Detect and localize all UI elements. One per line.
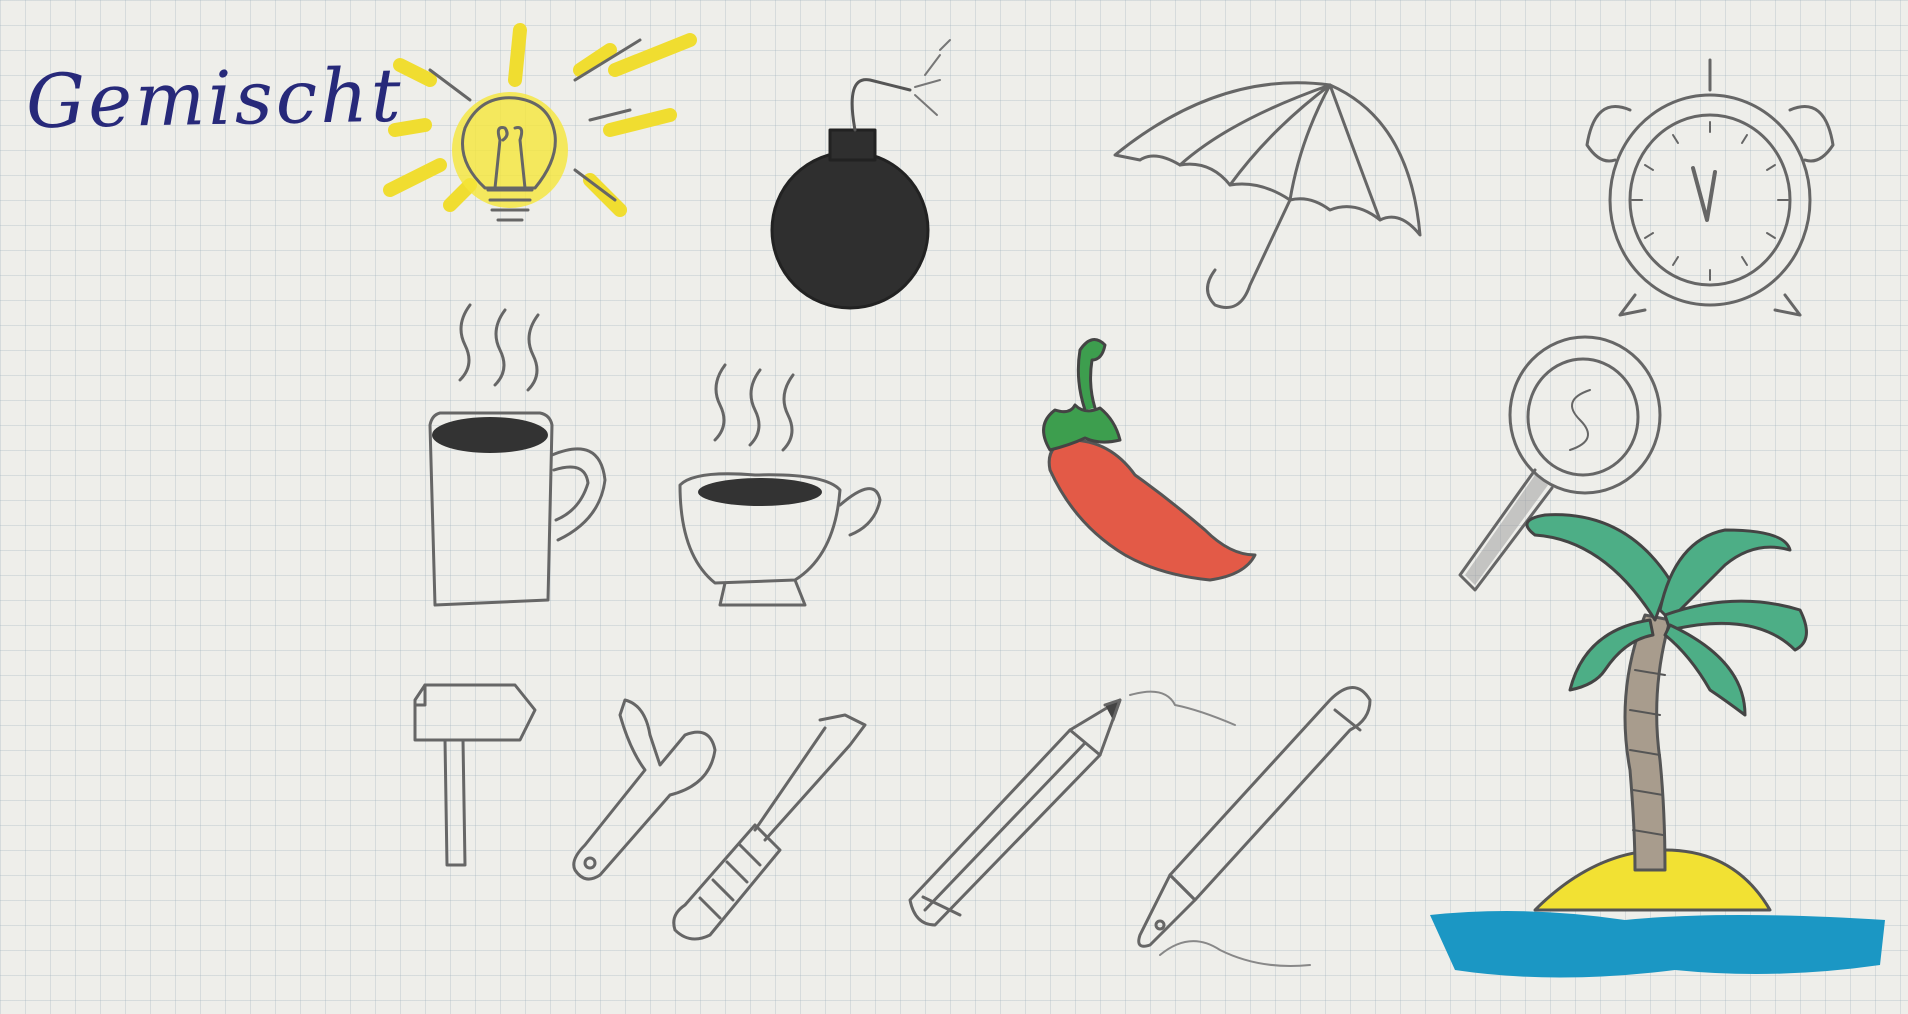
steaming-cup-icon: [678, 363, 882, 607]
umbrella-icon: [1113, 81, 1422, 309]
notebook-page: Gemischt: [0, 0, 1908, 1014]
hammer-icon: [413, 683, 537, 867]
palm-island-icon: [1430, 513, 1885, 978]
screwdriver-icon: [672, 713, 867, 941]
page-title: Gemischt: [25, 52, 405, 146]
steaming-mug-icon: [428, 303, 607, 607]
chili-pepper-icon: [1042, 338, 1257, 582]
fountain-pen-icon: [1137, 686, 1372, 967]
light-bulb-icon: [383, 23, 697, 222]
alarm-clock-icon: [1585, 58, 1835, 317]
bomb-icon: [770, 39, 951, 310]
